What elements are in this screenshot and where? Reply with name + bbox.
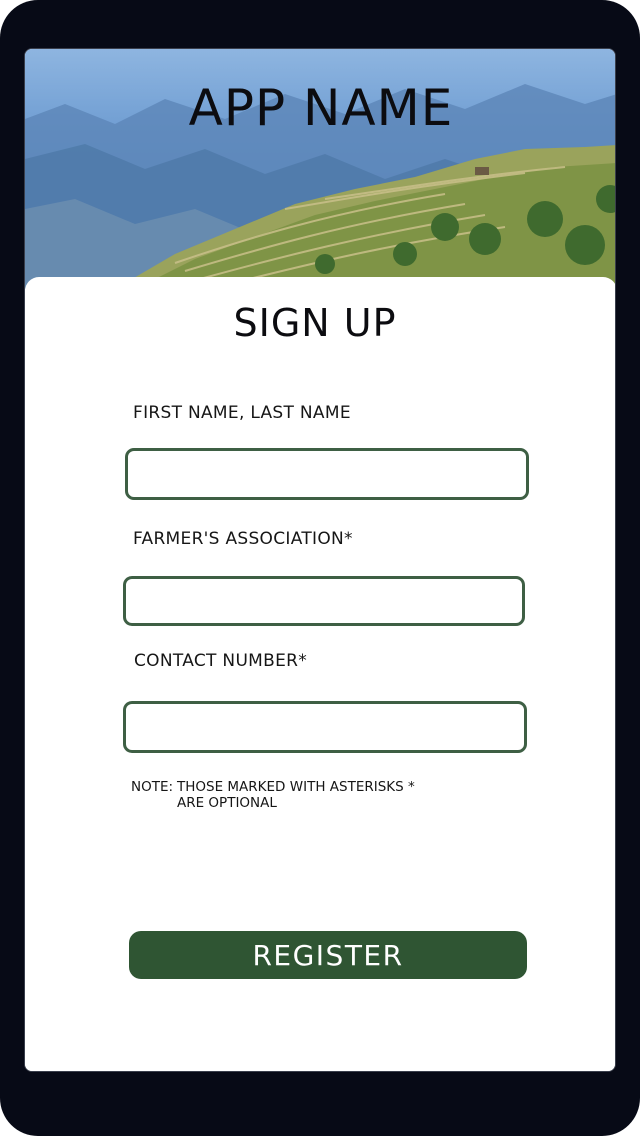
full-name-label: FIRST NAME, LAST NAME bbox=[133, 403, 351, 423]
farmers-association-label: FARMER'S ASSOCIATION* bbox=[133, 529, 353, 549]
app-screen: APP NAME SIGN UP FIRST NAME, LAST NAME F… bbox=[24, 48, 616, 1072]
farmers-association-input[interactable] bbox=[123, 576, 525, 626]
contact-number-input[interactable] bbox=[123, 701, 527, 753]
optional-fields-note: NOTE: THOSE MARKED WITH ASTERISKS * ARE O… bbox=[131, 779, 415, 811]
signup-card: SIGN UP FIRST NAME, LAST NAME FARMER'S A… bbox=[25, 277, 615, 1071]
contact-number-label: CONTACT NUMBER* bbox=[134, 651, 308, 671]
header-landscape-image: APP NAME bbox=[25, 49, 615, 289]
full-name-input[interactable] bbox=[125, 448, 529, 500]
note-line-2: ARE OPTIONAL bbox=[177, 795, 277, 811]
device-frame: APP NAME SIGN UP FIRST NAME, LAST NAME F… bbox=[0, 0, 640, 1136]
note-line-1: THOSE MARKED WITH ASTERISKS * bbox=[177, 779, 415, 795]
signup-title: SIGN UP bbox=[233, 301, 397, 345]
register-button[interactable]: REGISTER bbox=[129, 931, 527, 979]
note-key: NOTE: bbox=[131, 779, 174, 795]
app-name-title: APP NAME bbox=[188, 79, 454, 137]
